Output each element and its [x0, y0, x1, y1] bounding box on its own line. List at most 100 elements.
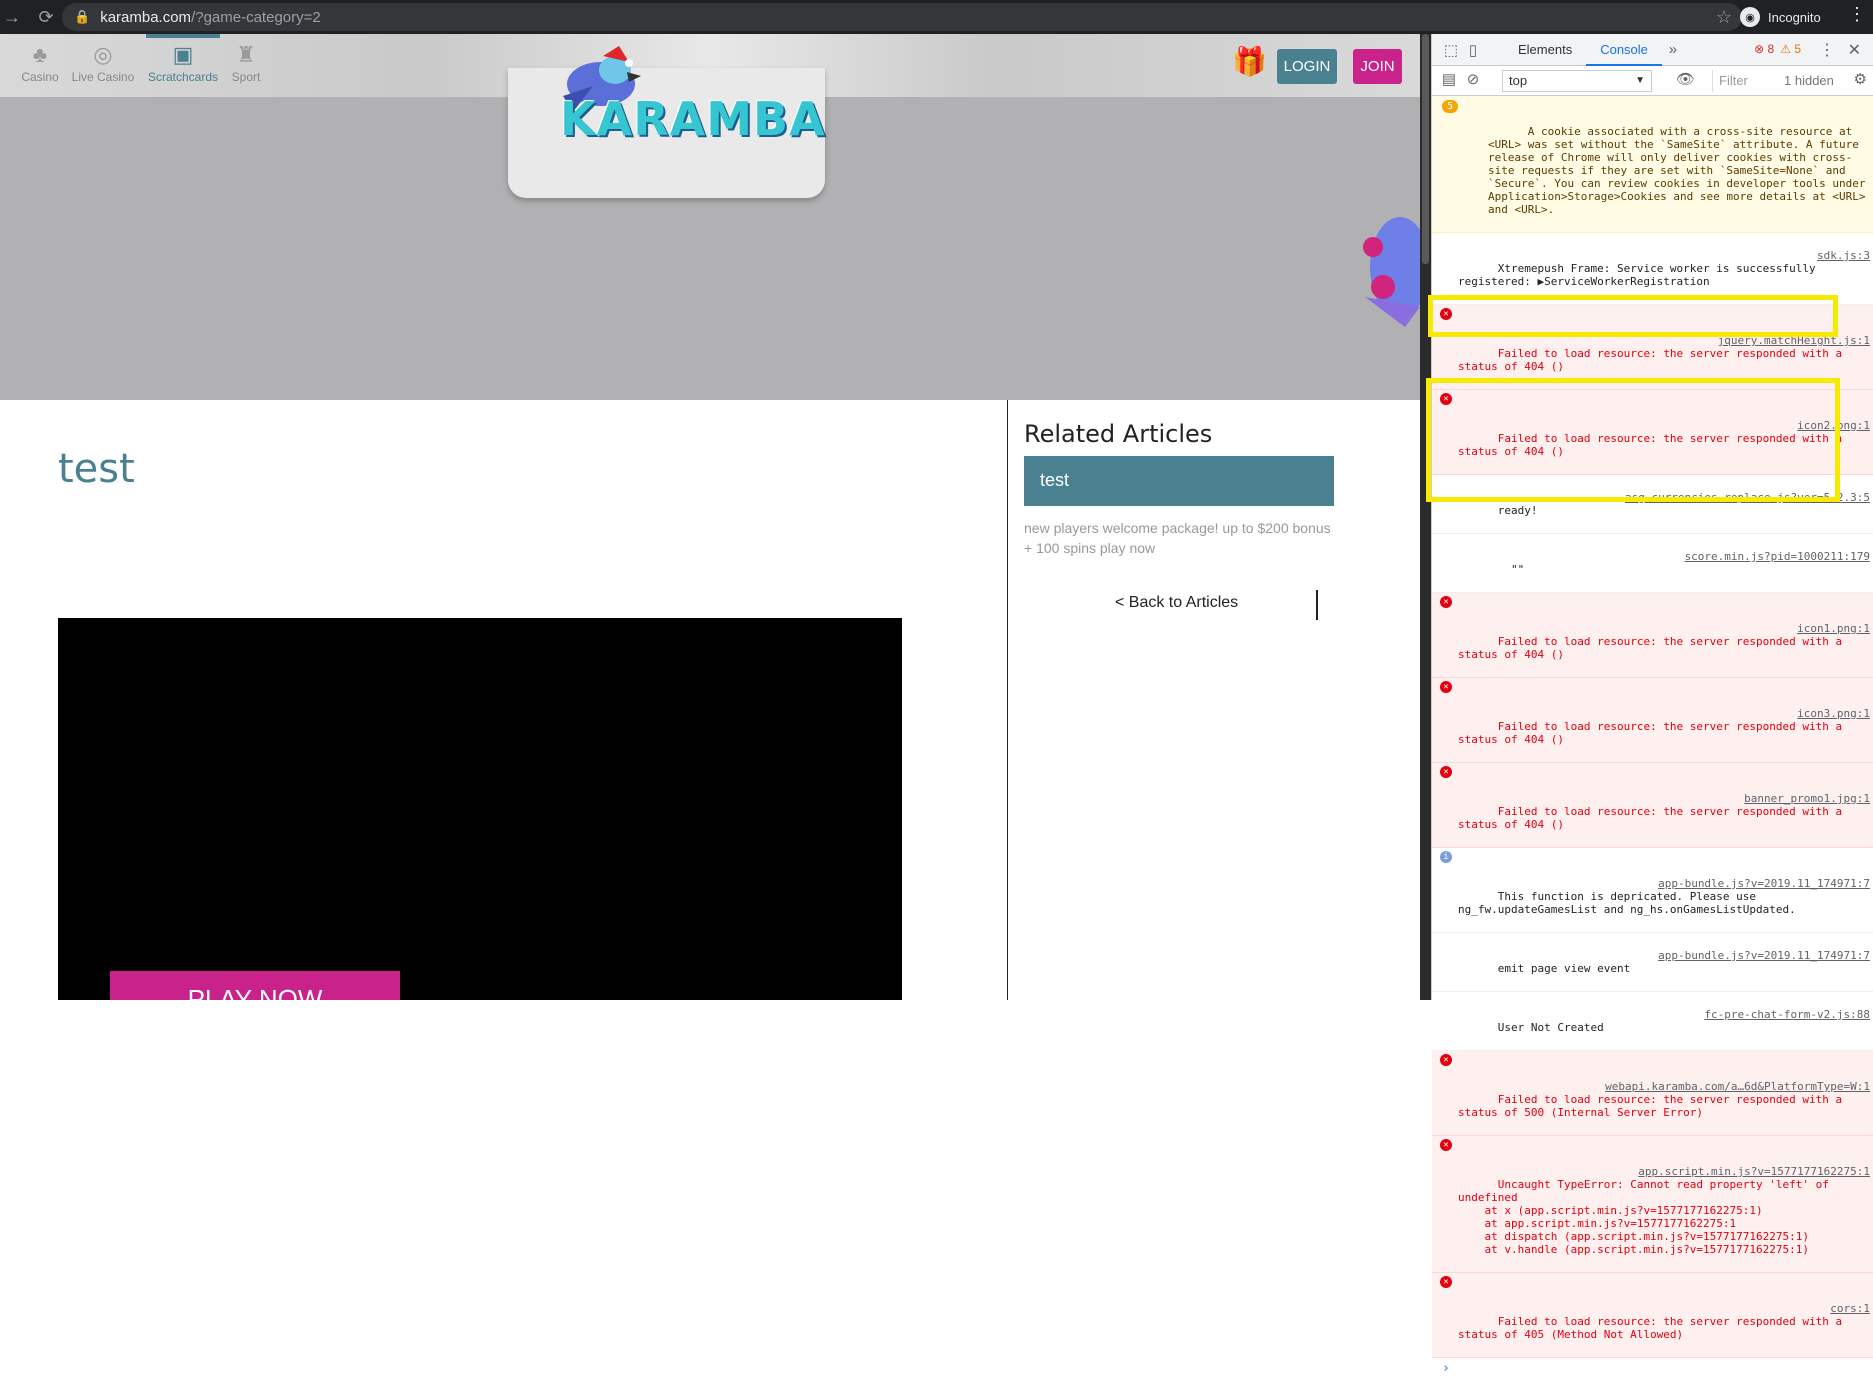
- message-text: Failed to load resource: the server resp…: [1458, 1093, 1849, 1119]
- related-article-card[interactable]: test: [1024, 456, 1334, 506]
- clear-console-icon[interactable]: ⊘: [1462, 70, 1484, 88]
- console-message-error[interactable]: ✕ app.script.min.js?v=1577177162275:1 Un…: [1432, 1136, 1873, 1273]
- context-value: top: [1509, 73, 1528, 88]
- error-icon: ✕: [1440, 1054, 1452, 1066]
- page-scrollbar[interactable]: [1420, 34, 1431, 1000]
- message-text: Failed to load resource: the server resp…: [1458, 432, 1849, 458]
- more-tabs-icon[interactable]: »: [1662, 41, 1684, 58]
- chip-icon: ◎: [93, 42, 113, 67]
- nav-casino-label: Casino: [21, 70, 59, 84]
- devtools-tabbar: ⬚ ▯ Elements Console » ⊗ 8 ⚠ 5 ⋮ ✕: [1432, 34, 1873, 66]
- devtools-panel: ⬚ ▯ Elements Console » ⊗ 8 ⚠ 5 ⋮ ✕ ▤ ⊘ t…: [1431, 34, 1873, 1375]
- console-message-warning[interactable]: 5 A cookie associated with a cross-site …: [1432, 96, 1873, 233]
- live-expression-eye-icon[interactable]: 👁: [1676, 70, 1695, 88]
- issue-counts[interactable]: ⊗ 8 ⚠ 5: [1754, 42, 1801, 56]
- console-message-error[interactable]: ✕ cors:1 Failed to load resource: the se…: [1432, 1273, 1873, 1358]
- console-settings-icon[interactable]: ⚙: [1854, 70, 1867, 88]
- source-link[interactable]: asg-currencies-replace.js?ver=5.2.3:5: [1625, 491, 1870, 504]
- info-icon: i: [1440, 851, 1452, 863]
- gift-icon[interactable]: 🎁: [1232, 48, 1267, 76]
- message-text: This function is depricated. Please use …: [1458, 890, 1796, 916]
- source-link[interactable]: icon1.png:1: [1797, 622, 1870, 635]
- incognito-icon: ◉: [1740, 7, 1760, 27]
- console-message-error[interactable]: ✕ banner_promo1.jpg:1 Failed to load res…: [1432, 763, 1873, 848]
- sidebar-toggle-icon[interactable]: ▤: [1438, 70, 1460, 88]
- nav-scratchcards[interactable]: ▣ Scratchcards: [146, 34, 220, 84]
- error-icon: ✕: [1440, 308, 1452, 320]
- nav-live-casino-label: Live Casino: [71, 70, 135, 84]
- console-message[interactable]: asg-currencies-replace.js?ver=5.2.3:5 re…: [1432, 475, 1873, 534]
- error-count-badge: ⊗ 8: [1754, 42, 1775, 56]
- error-icon: ✕: [1440, 766, 1452, 778]
- message-text: Failed to load resource: the server resp…: [1458, 347, 1849, 373]
- console-message[interactable]: sdk.js:3 Xtremepush Frame: Service worke…: [1432, 233, 1873, 305]
- warning-count-badge: ⚠ 5: [1780, 42, 1801, 56]
- message-text: Failed to load resource: the server resp…: [1458, 720, 1849, 746]
- trophy-icon: ♜: [236, 42, 256, 67]
- console-message-error[interactable]: ✕ icon2.png:1 Failed to load resource: t…: [1432, 390, 1873, 475]
- source-link[interactable]: sdk.js:3: [1817, 249, 1870, 262]
- video-player[interactable]: [58, 618, 902, 1000]
- tab-elements[interactable]: Elements: [1504, 34, 1586, 66]
- nav-sport[interactable]: ♜ Sport: [228, 40, 264, 84]
- error-icon: ✕: [1440, 393, 1452, 405]
- browser-toolbar: → ⟳ 🔒 karamba.com/?game-category=2 ☆ ◉ I…: [0, 0, 1873, 34]
- source-link[interactable]: app-bundle.js?v=2019.11_174971:7: [1658, 877, 1870, 890]
- console-message-error[interactable]: ✕ icon3.png:1 Failed to load resource: t…: [1432, 678, 1873, 763]
- source-link[interactable]: banner_promo1.jpg:1: [1744, 792, 1870, 805]
- message-text: Failed to load resource: the server resp…: [1458, 635, 1849, 661]
- message-text: A cookie associated with a cross-site re…: [1488, 125, 1873, 216]
- address-bar[interactable]: 🔒 karamba.com/?game-category=2 ☆: [62, 3, 1742, 31]
- nav-live-casino[interactable]: ◎ Live Casino: [70, 40, 136, 84]
- nav-casino[interactable]: ♣ Casino: [20, 40, 60, 84]
- devtools-menu-icon[interactable]: ⋮: [1819, 40, 1835, 60]
- console-message[interactable]: app-bundle.js?v=2019.11_174971:7 emit pa…: [1432, 933, 1873, 992]
- console-message-error[interactable]: ✕ webapi.karamba.com/a…6d&PlatformType=W…: [1432, 1051, 1873, 1136]
- back-arrow-icon[interactable]: →: [0, 5, 24, 29]
- console-message-error[interactable]: ✕ icon1.png:1 Failed to load resource: t…: [1432, 593, 1873, 678]
- browser-menu-icon[interactable]: ⋮: [1848, 4, 1866, 25]
- context-select[interactable]: top ▼: [1502, 70, 1652, 92]
- source-link[interactable]: fc-pre-chat-form-v2.js:88: [1704, 1008, 1870, 1021]
- error-icon: ✕: [1440, 596, 1452, 608]
- scrollbar-thumb[interactable]: [1422, 34, 1429, 264]
- play-now-button[interactable]: PLAY NOW: [110, 971, 400, 1000]
- source-link[interactable]: app.script.min.js?v=1577177162275:1: [1638, 1165, 1870, 1178]
- console-message-info[interactable]: i app-bundle.js?v=2019.11_174971:7 This …: [1432, 848, 1873, 933]
- clover-icon: ♣: [32, 42, 48, 67]
- close-devtools-icon[interactable]: ✕: [1848, 40, 1861, 60]
- article-title: test: [58, 446, 135, 492]
- scratchcard-icon: ▣: [172, 42, 194, 67]
- tab-console[interactable]: Console: [1586, 34, 1662, 66]
- dropdown-caret-icon: ▼: [1635, 75, 1645, 86]
- url-path: /?game-category=2: [191, 8, 321, 26]
- inspect-element-icon[interactable]: ⬚: [1440, 41, 1462, 59]
- source-link[interactable]: cors:1: [1830, 1302, 1870, 1315]
- error-icon: ✕: [1440, 1276, 1452, 1288]
- bookmark-star-icon[interactable]: ☆: [1716, 7, 1732, 28]
- incognito-indicator[interactable]: ◉ Incognito: [1740, 5, 1821, 29]
- console-message-error[interactable]: ✕ jquery.matchHeight.js:1 Failed to load…: [1432, 305, 1873, 390]
- message-text: Failed to load resource: the server resp…: [1458, 1315, 1849, 1341]
- console-prompt[interactable]: ›: [1432, 1358, 1873, 1379]
- join-button[interactable]: JOIN: [1353, 49, 1402, 84]
- error-icon: ✕: [1440, 1139, 1452, 1151]
- error-icon: ✕: [1440, 681, 1452, 693]
- related-heading: Related Articles: [1024, 420, 1213, 448]
- source-link[interactable]: icon2.png:1: [1797, 419, 1870, 432]
- reload-icon[interactable]: ⟳: [34, 5, 58, 29]
- console-message[interactable]: fc-pre-chat-form-v2.js:88 User Not Creat…: [1432, 992, 1873, 1051]
- login-button[interactable]: LOGIN: [1277, 49, 1337, 84]
- source-link[interactable]: score.min.js?pid=1000211:179: [1685, 550, 1870, 563]
- console-filter-input[interactable]: Filter: [1712, 70, 1772, 92]
- back-to-articles-link[interactable]: < Back to Articles: [1115, 594, 1238, 612]
- source-link[interactable]: webapi.karamba.com/a…6d&PlatformType=W:1: [1605, 1080, 1870, 1093]
- device-toolbar-icon[interactable]: ▯: [1462, 41, 1484, 59]
- message-text: "": [1497, 563, 1525, 576]
- logo-wordmark[interactable]: KARAMBA: [560, 92, 826, 146]
- source-link[interactable]: icon3.png:1: [1797, 707, 1870, 720]
- source-link[interactable]: app-bundle.js?v=2019.11_174971:7: [1658, 949, 1870, 962]
- hidden-messages-count: 1 hidden: [1784, 73, 1834, 88]
- console-message[interactable]: score.min.js?pid=1000211:179 "": [1432, 534, 1873, 593]
- source-link[interactable]: jquery.matchHeight.js:1: [1718, 334, 1870, 347]
